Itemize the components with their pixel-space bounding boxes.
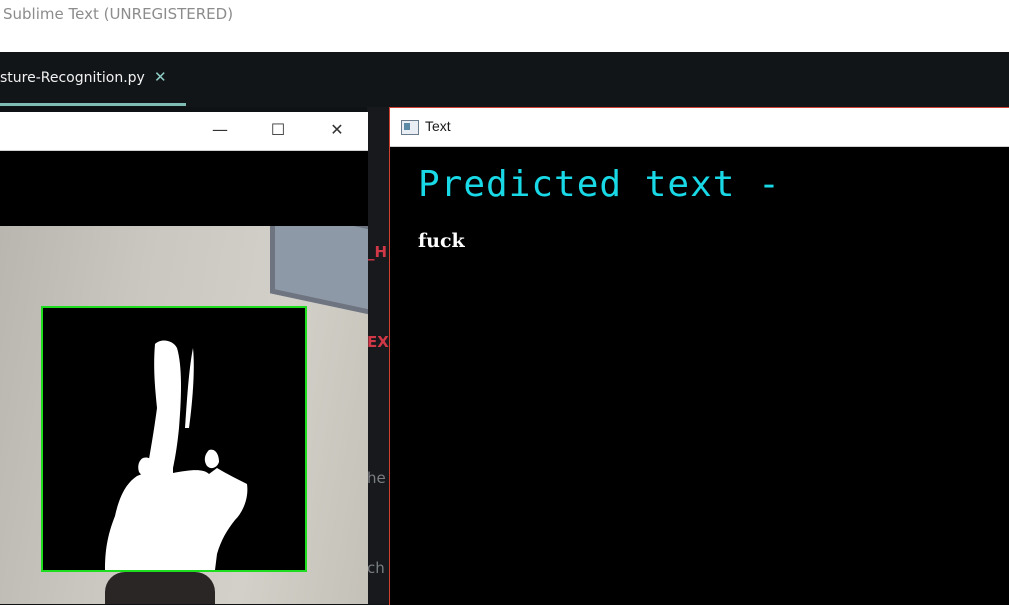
maximize-icon[interactable]: ☐	[268, 120, 288, 140]
roi-threshold-box	[41, 306, 307, 572]
tab-gesture-recognition[interactable]: sture-Recognition.py ✕	[0, 52, 186, 107]
person-silhouette	[105, 572, 215, 604]
code-fragment: he	[367, 469, 386, 487]
predicted-text-value: fuck	[418, 230, 465, 252]
minimize-icon[interactable]: —	[210, 120, 230, 140]
webcam-feed	[0, 226, 368, 604]
predicted-text-label: Predicted text -	[418, 164, 781, 205]
close-icon[interactable]: ✕	[327, 120, 347, 140]
code-fragment: _H	[367, 243, 388, 261]
active-tab-indicator	[0, 103, 186, 106]
camera-toolbar-area	[0, 151, 368, 226]
text-window-titlebar[interactable]: Text	[390, 108, 1009, 147]
wall-picture-frame	[270, 226, 368, 319]
editor-code-area[interactable]	[367, 107, 391, 604]
code-fragment: EX	[367, 333, 389, 351]
code-fragment: ch	[367, 559, 385, 577]
camera-window: — ☐ ✕	[0, 112, 368, 604]
hand-mask-image	[105, 340, 248, 570]
sublime-titlebar: Sublime Text (UNREGISTERED)	[0, 0, 1009, 52]
text-window: Text Predicted text - fuck	[389, 107, 1009, 605]
tab-close-icon[interactable]: ✕	[154, 68, 167, 86]
tab-label: sture-Recognition.py	[0, 70, 145, 86]
text-window-title: Text	[425, 118, 451, 134]
tab-bar: sture-Recognition.py ✕	[0, 52, 1009, 107]
window-app-icon	[401, 120, 419, 135]
camera-window-titlebar[interactable]: — ☐ ✕	[0, 112, 368, 151]
app-title: Sublime Text (UNREGISTERED)	[3, 5, 234, 23]
